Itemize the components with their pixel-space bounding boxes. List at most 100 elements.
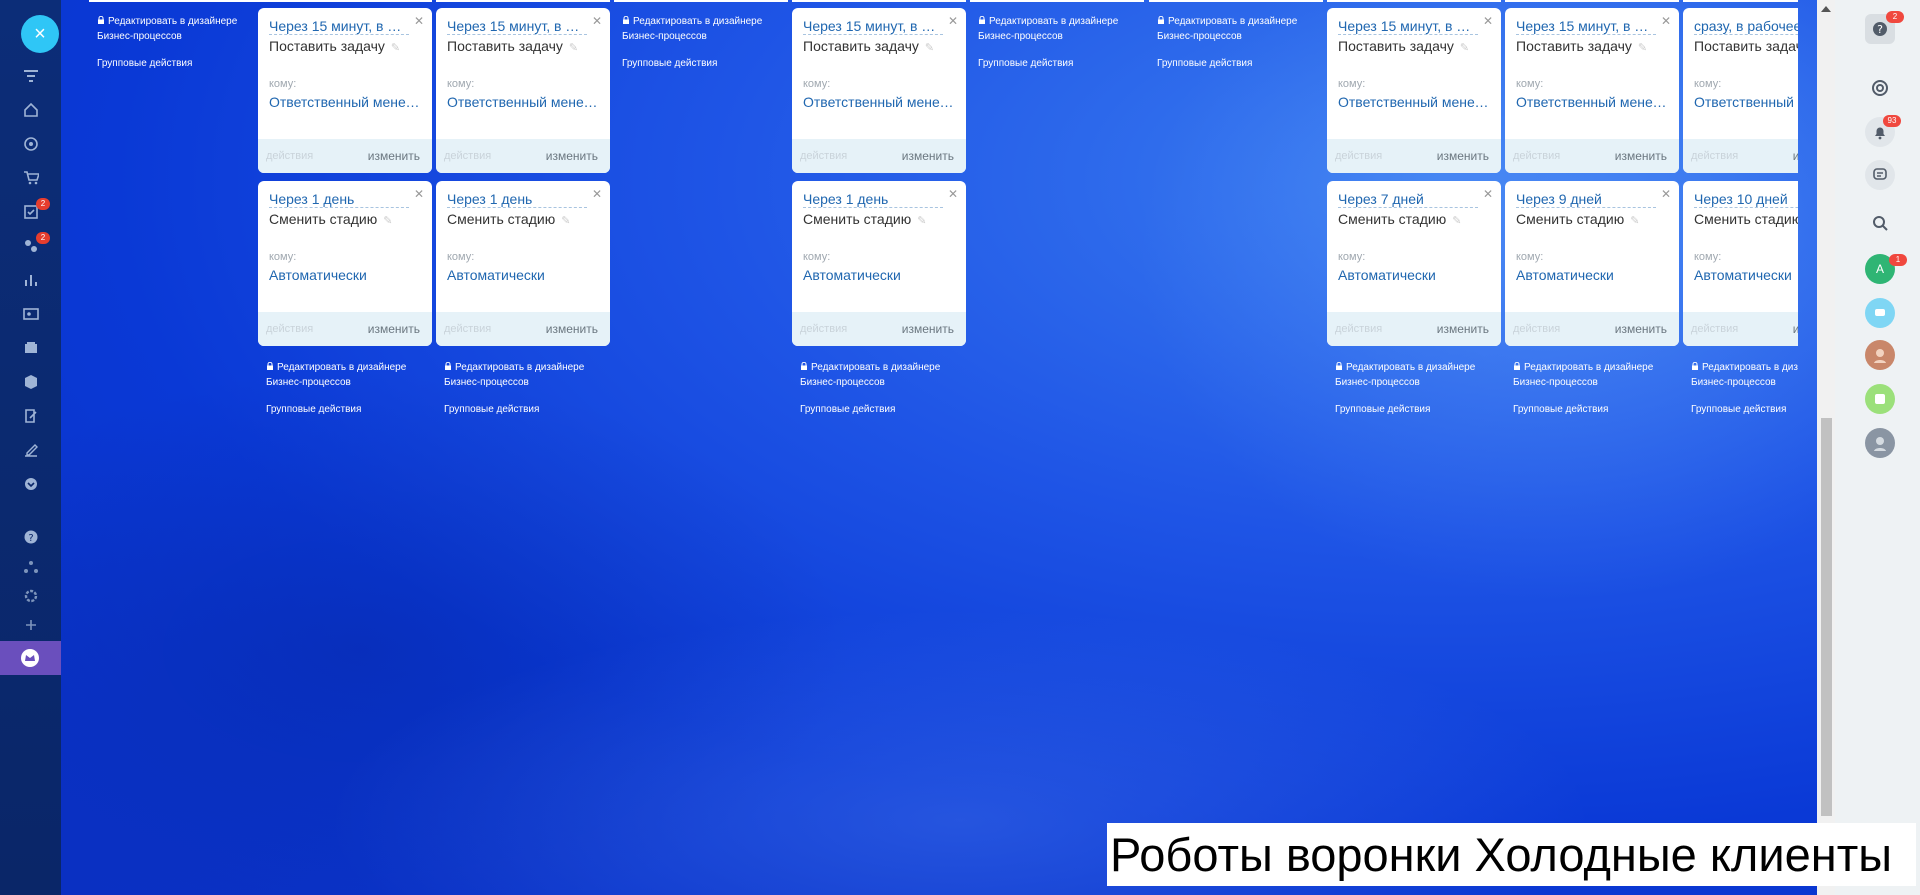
actions-link[interactable]: действия (800, 150, 847, 162)
analytics-icon[interactable] (22, 271, 40, 289)
robot-card[interactable]: Через 1 день ✕ Сменить стадию ✎ кому: Автомат… (792, 181, 966, 346)
settings-icon[interactable] (22, 587, 40, 605)
pencil-icon[interactable]: ✎ (917, 215, 926, 227)
close-icon[interactable]: ✕ (1483, 14, 1493, 28)
actions-link[interactable]: действия (800, 323, 847, 335)
inventory-icon[interactable] (22, 373, 40, 391)
bp-designer-link[interactable]: Редактировать в дизайнере Бизнес-процесс… (800, 360, 975, 390)
bp-designer-link[interactable]: Редактировать в дизайнере Бизнес-процесс… (1513, 360, 1688, 390)
contacts-icon[interactable] (22, 305, 40, 323)
actions-link[interactable]: действия (1513, 323, 1560, 335)
robot-delay-link[interactable]: Через 7 дней (1338, 191, 1478, 208)
close-icon[interactable]: ✕ (414, 14, 424, 28)
actions-link[interactable]: действия (444, 150, 491, 162)
recipient-link[interactable]: Ответственный менеджер (269, 94, 424, 110)
edit-link[interactable]: изменить (1793, 149, 1798, 163)
edit-link[interactable]: изменить (1793, 322, 1798, 336)
robot-delay-link[interactable]: Через 15 минут, в рабочее время (1338, 18, 1478, 35)
scrollbar-thumb[interactable] (1821, 418, 1832, 816)
recipient-link[interactable]: Автоматически (1694, 267, 1798, 283)
bp-designer-link[interactable]: Редактировать в дизайнере Бизнес-процесс… (444, 360, 619, 390)
recipient-link[interactable]: Ответственный менеджер (447, 94, 602, 110)
robot-card[interactable]: Через 1 день ✕ Сменить стадию ✎ кому: Автомат… (436, 181, 610, 346)
robot-card[interactable]: Через 15 минут, в рабочее время ✕ Поставит… (436, 8, 610, 173)
robot-card[interactable]: Через 15 минут, в рабочее время ✕ Поставит… (792, 8, 966, 173)
recipient-link[interactable]: Автоматически (447, 267, 602, 283)
cart-icon[interactable] (22, 169, 40, 187)
robot-delay-link[interactable]: Через 1 день (447, 191, 587, 208)
edit-link[interactable]: изменить (368, 322, 420, 336)
pencil-icon[interactable]: ✎ (925, 42, 934, 54)
actions-link[interactable]: действия (1691, 150, 1738, 162)
recipient-link[interactable]: Ответственный менеджер (803, 94, 958, 110)
pencil-icon[interactable]: ✎ (1460, 42, 1469, 54)
user-avatar-2[interactable] (1865, 428, 1895, 458)
group-actions-link[interactable]: Групповые действия (800, 402, 975, 417)
edit-link[interactable]: изменить (1437, 322, 1489, 336)
robot-delay-link[interactable]: Через 15 минут, в рабочее время (447, 18, 587, 35)
group-actions-link[interactable]: Групповые действия (266, 402, 441, 417)
close-icon[interactable]: ✕ (1661, 14, 1671, 28)
search-icon[interactable] (1865, 208, 1895, 238)
group-actions-link[interactable]: Групповые действия (1157, 56, 1332, 71)
filter-icon[interactable] (22, 67, 40, 85)
recipient-link[interactable]: Ответственный менеджер (1338, 94, 1493, 110)
sidebar-active-item[interactable] (0, 641, 61, 675)
robot-delay-link[interactable]: Через 15 минут, в рабочее время (1516, 18, 1656, 35)
actions-link[interactable]: действия (1335, 323, 1382, 335)
bp-designer-link[interactable]: Редактировать в дизайнере Бизнес-процесс… (266, 360, 441, 390)
pencil-icon[interactable]: ✎ (1452, 215, 1461, 227)
actions-link[interactable]: действия (266, 323, 313, 335)
close-icon[interactable]: ✕ (1483, 187, 1493, 201)
robot-card[interactable]: Через 15 минут, в рабочее время ✕ Поставит… (1505, 8, 1679, 173)
group-actions-link[interactable]: Групповые действия (1335, 402, 1510, 417)
group-actions-link[interactable]: Групповые действия (622, 56, 797, 71)
robot-card[interactable]: сразу, в рабочее время✕Поставить задачу✎… (1683, 8, 1798, 173)
bp-designer-link[interactable]: Редактировать в дизайнере Бизнес-процесс… (622, 14, 797, 44)
group-actions-link[interactable]: Групповые действия (978, 56, 1153, 71)
pencil-icon[interactable]: ✎ (1630, 215, 1639, 227)
bp-designer-link[interactable]: Редактировать в дизайнере Бизнес-процесс… (978, 14, 1153, 44)
robot-delay-link[interactable]: Через 15 минут, в рабочее время (269, 18, 409, 35)
sign-icon[interactable] (22, 441, 40, 459)
actions-link[interactable]: действия (1335, 150, 1382, 162)
pencil-icon[interactable]: ✎ (1638, 42, 1647, 54)
close-icon[interactable]: ✕ (592, 14, 602, 28)
scrollbar[interactable] (1817, 0, 1835, 895)
copilot-icon[interactable] (1865, 73, 1895, 103)
edit-link[interactable]: изменить (546, 149, 598, 163)
robot-card[interactable]: Через 7 дней ✕ Сменить стадию ✎ кому: Автомат… (1327, 181, 1501, 346)
group-actions-link[interactable]: Групповые действия (97, 56, 272, 71)
recipient-link[interactable]: Ответственный менеджер (1516, 94, 1671, 110)
pencil-icon[interactable]: ✎ (569, 42, 578, 54)
documents-icon[interactable] (22, 407, 40, 425)
target-icon[interactable] (22, 135, 40, 153)
group-actions-link[interactable]: Групповые действия (1513, 402, 1688, 417)
bp-designer-link[interactable]: Редактировать в дизайнере Бизнес-процесс… (1691, 360, 1798, 390)
robot-card[interactable]: Через 9 дней ✕ Сменить стадию ✎ кому: Автомат… (1505, 181, 1679, 346)
pencil-icon[interactable]: ✎ (561, 215, 570, 227)
recipient-link[interactable]: Автоматически (269, 267, 424, 283)
group-avatar-icon[interactable] (1865, 384, 1895, 414)
actions-link[interactable]: действия (1513, 150, 1560, 162)
help-icon[interactable]: ? (22, 528, 40, 546)
close-icon[interactable]: × (21, 15, 59, 53)
pencil-icon[interactable]: ✎ (383, 215, 392, 227)
chat-avatar-icon[interactable] (1865, 298, 1895, 328)
actions-link[interactable]: действия (444, 323, 491, 335)
bp-designer-link[interactable]: Редактировать в дизайнере Бизнес-процесс… (1335, 360, 1510, 390)
edit-link[interactable]: изменить (368, 149, 420, 163)
bp-designer-link[interactable]: Редактировать в дизайнере Бизнес-процесс… (1157, 14, 1332, 44)
close-icon[interactable]: ✕ (948, 187, 958, 201)
actions-link[interactable]: действия (266, 150, 313, 162)
robot-delay-link[interactable]: Через 15 минут, в рабочее время (803, 18, 943, 35)
robot-card[interactable]: Через 1 день ✕ Сменить стадию ✎ кому: Автомат… (258, 181, 432, 346)
group-actions-link[interactable]: Групповые действия (1691, 402, 1798, 417)
actions-link[interactable]: действия (1691, 323, 1738, 335)
close-icon[interactable]: ✕ (1661, 187, 1671, 201)
pencil-icon[interactable]: ✎ (391, 42, 400, 54)
robot-card[interactable]: Через 15 минут, в рабочее время ✕ Поставит… (258, 8, 432, 173)
robot-delay-link[interactable]: сразу, в рабочее время (1694, 18, 1798, 35)
user-avatar[interactable] (1865, 340, 1895, 370)
bp-designer-link[interactable]: Редактировать в дизайнере Бизнес-процесс… (97, 14, 272, 44)
